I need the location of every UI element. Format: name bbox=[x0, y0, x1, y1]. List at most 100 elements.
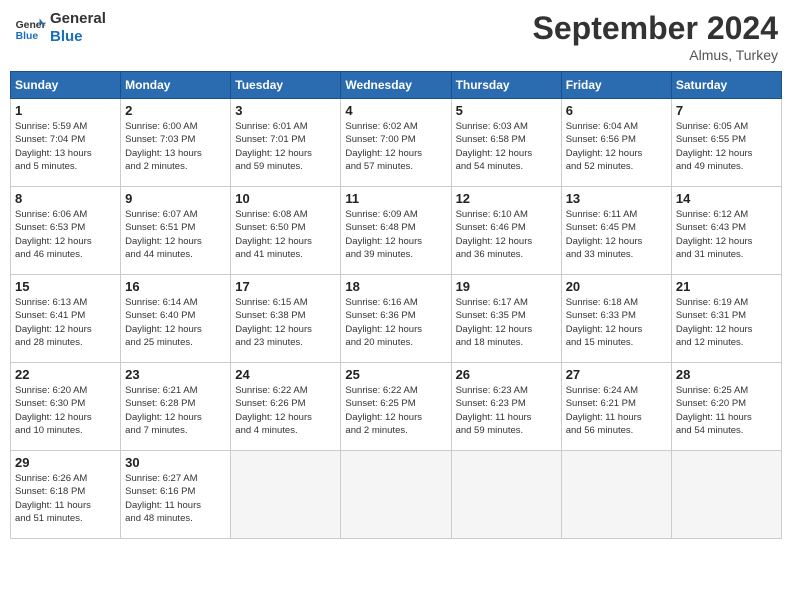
calendar-cell: 4 Sunrise: 6:02 AM Sunset: 7:00 PM Daylig… bbox=[341, 99, 451, 187]
day-info: Sunrise: 6:22 AM Sunset: 6:26 PM Dayligh… bbox=[235, 384, 336, 437]
day-info: Sunrise: 6:23 AM Sunset: 6:23 PM Dayligh… bbox=[456, 384, 557, 437]
calendar-cell: 1Sunrise: 5:59 AM Sunset: 7:04 PM Daylig… bbox=[11, 99, 121, 187]
calendar-cell: 21 Sunrise: 6:19 AM Sunset: 6:31 PM Dayli… bbox=[671, 275, 781, 363]
calendar-cell: 22 Sunrise: 6:20 AM Sunset: 6:30 PM Dayli… bbox=[11, 363, 121, 451]
weekday-header-sunday: Sunday bbox=[11, 72, 121, 99]
weekday-header-saturday: Saturday bbox=[671, 72, 781, 99]
calendar-cell: 9 Sunrise: 6:07 AM Sunset: 6:51 PM Daylig… bbox=[121, 187, 231, 275]
calendar-cell: 17 Sunrise: 6:15 AM Sunset: 6:38 PM Dayli… bbox=[231, 275, 341, 363]
day-info: Sunrise: 6:04 AM Sunset: 6:56 PM Dayligh… bbox=[566, 120, 667, 173]
calendar-cell: 30 Sunrise: 6:27 AM Sunset: 6:16 PM Dayli… bbox=[121, 451, 231, 539]
day-info: Sunrise: 6:01 AM Sunset: 7:01 PM Dayligh… bbox=[235, 120, 336, 173]
calendar-cell: 7 Sunrise: 6:05 AM Sunset: 6:55 PM Daylig… bbox=[671, 99, 781, 187]
week-row-3: 15 Sunrise: 6:13 AM Sunset: 6:41 PM Dayli… bbox=[11, 275, 782, 363]
day-number: 9 bbox=[125, 191, 226, 206]
day-number: 7 bbox=[676, 103, 777, 118]
calendar-cell: 13 Sunrise: 6:11 AM Sunset: 6:45 PM Dayli… bbox=[561, 187, 671, 275]
calendar-cell: 8Sunrise: 6:06 AM Sunset: 6:53 PM Daylig… bbox=[11, 187, 121, 275]
calendar-cell: 10Sunrise: 6:08 AM Sunset: 6:50 PM Dayli… bbox=[231, 187, 341, 275]
calendar-cell: 18Sunrise: 6:16 AM Sunset: 6:36 PM Dayli… bbox=[341, 275, 451, 363]
day-info: Sunrise: 6:05 AM Sunset: 6:55 PM Dayligh… bbox=[676, 120, 777, 173]
day-info: Sunrise: 6:09 AM Sunset: 6:48 PM Dayligh… bbox=[345, 208, 446, 261]
day-number: 5 bbox=[456, 103, 557, 118]
day-info: Sunrise: 6:22 AM Sunset: 6:25 PM Dayligh… bbox=[345, 384, 446, 437]
day-info: Sunrise: 6:26 AM Sunset: 6:18 PM Dayligh… bbox=[15, 472, 116, 525]
day-number: 1 bbox=[15, 103, 116, 118]
day-number: 24 bbox=[235, 367, 336, 382]
day-info: Sunrise: 6:08 AM Sunset: 6:50 PM Dayligh… bbox=[235, 208, 336, 261]
day-info: Sunrise: 6:11 AM Sunset: 6:45 PM Dayligh… bbox=[566, 208, 667, 261]
day-info: Sunrise: 6:21 AM Sunset: 6:28 PM Dayligh… bbox=[125, 384, 226, 437]
day-info: Sunrise: 6:20 AM Sunset: 6:30 PM Dayligh… bbox=[15, 384, 116, 437]
day-number: 6 bbox=[566, 103, 667, 118]
day-number: 2 bbox=[125, 103, 226, 118]
calendar-cell: 24 Sunrise: 6:22 AM Sunset: 6:26 PM Dayli… bbox=[231, 363, 341, 451]
week-row-4: 22 Sunrise: 6:20 AM Sunset: 6:30 PM Dayli… bbox=[11, 363, 782, 451]
week-row-1: 1Sunrise: 5:59 AM Sunset: 7:04 PM Daylig… bbox=[11, 99, 782, 187]
weekday-header-tuesday: Tuesday bbox=[231, 72, 341, 99]
day-number: 30 bbox=[125, 455, 226, 470]
week-row-5: 29 Sunrise: 6:26 AM Sunset: 6:18 PM Dayli… bbox=[11, 451, 782, 539]
day-info: Sunrise: 6:13 AM Sunset: 6:41 PM Dayligh… bbox=[15, 296, 116, 349]
calendar-cell: 14 Sunrise: 6:12 AM Sunset: 6:43 PM Dayli… bbox=[671, 187, 781, 275]
day-info: Sunrise: 6:12 AM Sunset: 6:43 PM Dayligh… bbox=[676, 208, 777, 261]
day-number: 16 bbox=[125, 279, 226, 294]
day-info: Sunrise: 6:25 AM Sunset: 6:20 PM Dayligh… bbox=[676, 384, 777, 437]
day-info: Sunrise: 6:02 AM Sunset: 7:00 PM Dayligh… bbox=[345, 120, 446, 173]
calendar-cell: 19Sunrise: 6:17 AM Sunset: 6:35 PM Dayli… bbox=[451, 275, 561, 363]
day-info: Sunrise: 6:27 AM Sunset: 6:16 PM Dayligh… bbox=[125, 472, 226, 525]
title-block: September 2024 Almus, Turkey bbox=[533, 10, 778, 63]
weekday-header-row: SundayMondayTuesdayWednesdayThursdayFrid… bbox=[11, 72, 782, 99]
calendar-cell bbox=[671, 451, 781, 539]
weekday-header-wednesday: Wednesday bbox=[341, 72, 451, 99]
day-number: 28 bbox=[676, 367, 777, 382]
day-number: 14 bbox=[676, 191, 777, 206]
calendar-cell: 16 Sunrise: 6:14 AM Sunset: 6:40 PM Dayli… bbox=[121, 275, 231, 363]
day-info: Sunrise: 6:15 AM Sunset: 6:38 PM Dayligh… bbox=[235, 296, 336, 349]
calendar-cell: 15 Sunrise: 6:13 AM Sunset: 6:41 PM Dayli… bbox=[11, 275, 121, 363]
day-info: Sunrise: 6:00 AM Sunset: 7:03 PM Dayligh… bbox=[125, 120, 226, 173]
weekday-header-friday: Friday bbox=[561, 72, 671, 99]
day-number: 13 bbox=[566, 191, 667, 206]
day-info: Sunrise: 6:03 AM Sunset: 6:58 PM Dayligh… bbox=[456, 120, 557, 173]
day-info: Sunrise: 6:18 AM Sunset: 6:33 PM Dayligh… bbox=[566, 296, 667, 349]
day-number: 25 bbox=[345, 367, 446, 382]
day-info: Sunrise: 6:19 AM Sunset: 6:31 PM Dayligh… bbox=[676, 296, 777, 349]
day-number: 17 bbox=[235, 279, 336, 294]
day-number: 12 bbox=[456, 191, 557, 206]
day-number: 21 bbox=[676, 279, 777, 294]
calendar-cell: 26 Sunrise: 6:23 AM Sunset: 6:23 PM Dayli… bbox=[451, 363, 561, 451]
day-number: 11 bbox=[345, 191, 446, 206]
calendar-cell: 25 Sunrise: 6:22 AM Sunset: 6:25 PM Dayli… bbox=[341, 363, 451, 451]
day-info: Sunrise: 6:16 AM Sunset: 6:36 PM Dayligh… bbox=[345, 296, 446, 349]
calendar-cell: 12 Sunrise: 6:10 AM Sunset: 6:46 PM Dayli… bbox=[451, 187, 561, 275]
logo-icon: General Blue bbox=[14, 12, 46, 44]
calendar-cell: 11 Sunrise: 6:09 AM Sunset: 6:48 PM Dayli… bbox=[341, 187, 451, 275]
day-number: 15 bbox=[15, 279, 116, 294]
calendar-cell: 2 Sunrise: 6:00 AM Sunset: 7:03 PM Daylig… bbox=[121, 99, 231, 187]
calendar-cell bbox=[451, 451, 561, 539]
day-number: 4 bbox=[345, 103, 446, 118]
day-info: Sunrise: 6:07 AM Sunset: 6:51 PM Dayligh… bbox=[125, 208, 226, 261]
logo: General Blue General Blue bbox=[14, 10, 106, 46]
calendar-cell: 6 Sunrise: 6:04 AM Sunset: 6:56 PM Daylig… bbox=[561, 99, 671, 187]
calendar-table: SundayMondayTuesdayWednesdayThursdayFrid… bbox=[10, 71, 782, 539]
day-info: Sunrise: 6:24 AM Sunset: 6:21 PM Dayligh… bbox=[566, 384, 667, 437]
day-info: Sunrise: 6:10 AM Sunset: 6:46 PM Dayligh… bbox=[456, 208, 557, 261]
calendar-cell: 5 Sunrise: 6:03 AM Sunset: 6:58 PM Daylig… bbox=[451, 99, 561, 187]
calendar-cell bbox=[561, 451, 671, 539]
month-title: September 2024 bbox=[533, 10, 778, 47]
svg-text:Blue: Blue bbox=[16, 31, 39, 42]
day-number: 23 bbox=[125, 367, 226, 382]
day-number: 3 bbox=[235, 103, 336, 118]
day-info: Sunrise: 6:17 AM Sunset: 6:35 PM Dayligh… bbox=[456, 296, 557, 349]
calendar-cell: 27Sunrise: 6:24 AM Sunset: 6:21 PM Dayli… bbox=[561, 363, 671, 451]
day-number: 20 bbox=[566, 279, 667, 294]
day-number: 26 bbox=[456, 367, 557, 382]
day-number: 29 bbox=[15, 455, 116, 470]
location-subtitle: Almus, Turkey bbox=[533, 47, 778, 63]
week-row-2: 8Sunrise: 6:06 AM Sunset: 6:53 PM Daylig… bbox=[11, 187, 782, 275]
day-number: 22 bbox=[15, 367, 116, 382]
day-info: Sunrise: 6:14 AM Sunset: 6:40 PM Dayligh… bbox=[125, 296, 226, 349]
calendar-cell: 29 Sunrise: 6:26 AM Sunset: 6:18 PM Dayli… bbox=[11, 451, 121, 539]
